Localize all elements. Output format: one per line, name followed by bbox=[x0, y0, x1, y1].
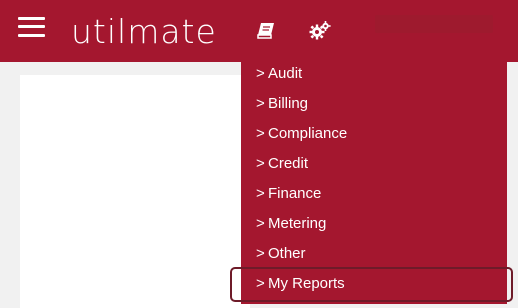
chevron-right-icon: > bbox=[256, 155, 265, 172]
content-panel bbox=[20, 75, 250, 308]
chevron-right-icon: > bbox=[256, 245, 265, 262]
chevron-right-icon: > bbox=[256, 275, 265, 292]
chevron-right-icon: > bbox=[256, 95, 265, 112]
menu-item-label: Credit bbox=[268, 155, 309, 172]
reports-dropdown-menu: > Audit > Billing > Compliance > Credit > Fin… bbox=[241, 58, 507, 304]
menu-item-finance[interactable]: > Finance bbox=[256, 182, 321, 206]
chevron-right-icon: > bbox=[256, 185, 265, 202]
chevron-right-icon: > bbox=[256, 65, 265, 82]
top-bar: utilmate bbox=[0, 0, 518, 62]
gears-icon[interactable] bbox=[309, 21, 331, 46]
search-input[interactable] bbox=[375, 15, 493, 33]
menu-item-label: Compliance bbox=[268, 125, 348, 142]
chevron-right-icon: > bbox=[256, 215, 265, 232]
menu-item-my-reports[interactable]: > My Reports bbox=[256, 272, 345, 296]
menu-item-credit[interactable]: > Credit bbox=[256, 152, 308, 176]
menu-icon[interactable] bbox=[18, 16, 45, 38]
menu-item-audit[interactable]: > Audit bbox=[256, 62, 302, 86]
menu-item-billing[interactable]: > Billing bbox=[256, 92, 308, 116]
menu-item-label: Audit bbox=[268, 65, 303, 82]
menu-item-label: Other bbox=[268, 245, 306, 262]
app-logo: utilmate bbox=[71, 12, 217, 51]
chevron-right-icon: > bbox=[256, 125, 265, 142]
menu-item-label: Metering bbox=[268, 215, 327, 232]
menu-item-other[interactable]: > Other bbox=[256, 242, 306, 266]
book-icon[interactable] bbox=[256, 22, 276, 45]
menu-item-metering[interactable]: > Metering bbox=[256, 212, 326, 236]
menu-item-compliance[interactable]: > Compliance bbox=[256, 122, 347, 146]
menu-item-label: Billing bbox=[268, 95, 309, 112]
menu-item-label: Finance bbox=[268, 185, 322, 202]
menu-item-label: My Reports bbox=[268, 275, 345, 292]
